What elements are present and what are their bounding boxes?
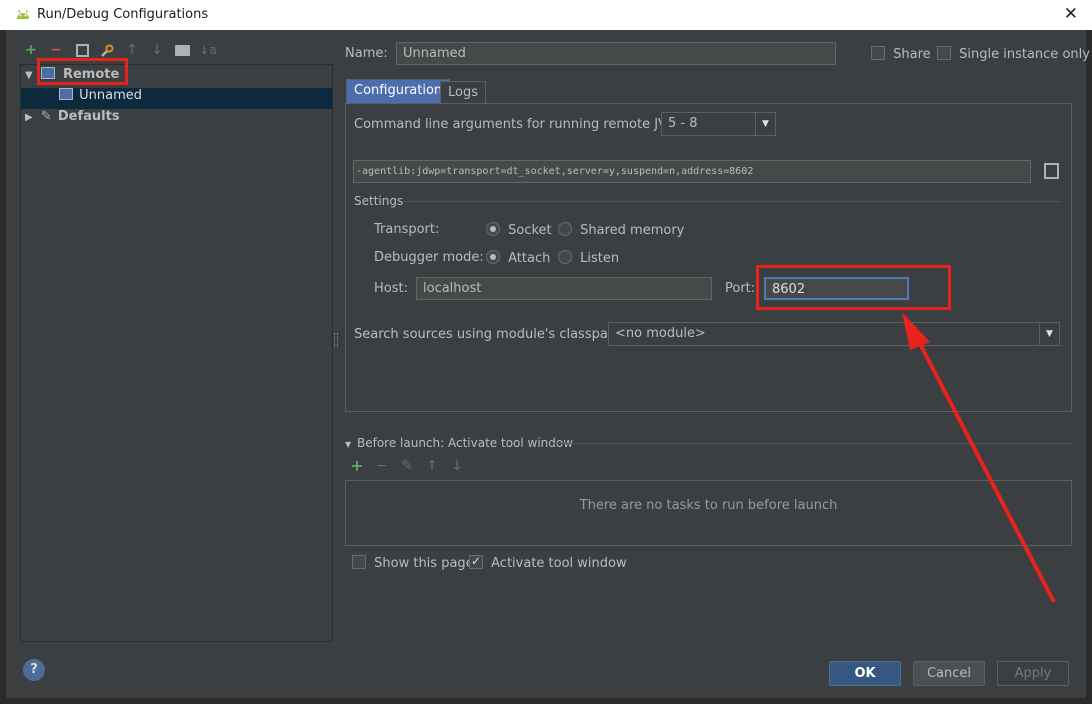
folder-icon[interactable] <box>175 45 190 56</box>
mode-attach-label: Attach <box>508 251 551 266</box>
move-down-icon[interactable]: ↓ <box>148 42 166 58</box>
transport-socket-label: Socket <box>508 223 552 238</box>
android-icon <box>15 8 31 20</box>
wrench-icon[interactable] <box>100 44 114 58</box>
jvm-version-combo[interactable]: 5 - 8 ▼ <box>661 112 776 136</box>
add-task-icon[interactable]: + <box>348 458 366 474</box>
wrench-icon: ✎ <box>40 109 52 124</box>
expand-right-icon[interactable]: ▶ <box>25 112 33 123</box>
tab-logs[interactable]: Logs <box>440 81 486 104</box>
remove-icon[interactable]: − <box>47 42 65 58</box>
show-page-checkbox-box[interactable] <box>352 555 366 569</box>
activate-tool-label: Activate tool window <box>491 556 627 571</box>
config-toolbar: + − ↑ ↓ ↓a <box>22 42 222 60</box>
move-up-icon[interactable]: ↑ <box>123 42 141 58</box>
apply-button[interactable]: Apply <box>997 661 1069 686</box>
settings-label: Settings <box>354 194 404 208</box>
jvm-version-value: 5 - 8 <box>668 116 698 131</box>
before-launch-header[interactable]: ▼ Before launch: Activate tool window <box>345 436 573 450</box>
tree-node-remote[interactable]: ▼ Remote <box>25 67 119 88</box>
mode-listen-radio[interactable]: Listen <box>558 250 619 266</box>
ok-button[interactable]: OK <box>829 661 901 686</box>
mode-attach-radio[interactable]: Attach <box>486 250 550 266</box>
sort-icon[interactable]: ↓a <box>199 42 217 58</box>
remote-config-icon <box>40 67 55 79</box>
agent-string-field[interactable]: -agentlib:jdwp=transport=dt_socket,serve… <box>353 160 1031 183</box>
radio-socket[interactable] <box>486 222 500 236</box>
show-page-checkbox[interactable]: Show this page <box>352 555 474 571</box>
window-title: Run/Debug Configurations <box>37 7 209 22</box>
config-tree: ▼ Remote Unnamed ▶ ✎ Defaults <box>20 64 333 642</box>
activate-tool-checkbox[interactable]: Activate tool window <box>469 554 627 571</box>
bottom-frame-edge <box>0 698 1092 704</box>
classpath-value: <no module> <box>615 326 706 341</box>
radio-attach[interactable] <box>486 250 500 264</box>
remove-task-icon[interactable]: − <box>373 458 391 474</box>
expand-down-icon[interactable]: ▼ <box>25 70 33 81</box>
left-frame-edge <box>0 30 6 704</box>
remote-config-icon <box>59 88 73 100</box>
tab-configuration[interactable]: Configuration <box>346 79 451 104</box>
single-instance-checkbox[interactable]: Single instance only <box>937 46 1090 62</box>
single-instance-label: Single instance only <box>959 47 1090 62</box>
edit-task-icon[interactable]: ✎ <box>398 458 416 474</box>
tree-node-defaults[interactable]: ▶ ✎ Defaults <box>25 109 120 130</box>
debugger-mode-label: Debugger mode: <box>374 250 484 265</box>
share-label: Share <box>893 47 931 62</box>
host-label: Host: <box>374 281 408 296</box>
name-field[interactable]: Unnamed <box>396 42 836 65</box>
close-icon[interactable]: ✕ <box>1064 4 1078 24</box>
tree-node-unnamed[interactable]: Unnamed <box>21 88 332 109</box>
radio-listen[interactable] <box>558 250 572 264</box>
transport-shared-label: Shared memory <box>580 223 685 238</box>
window-title-bar: Run/Debug Configurations ✕ <box>0 0 1092 30</box>
single-instance-checkbox-box[interactable] <box>937 46 951 60</box>
tree-node-label: Remote <box>62 67 120 82</box>
move-task-down-icon[interactable]: ↓ <box>448 458 466 474</box>
activate-tool-checkbox-box[interactable] <box>469 554 483 569</box>
copy-to-clipboard-icon[interactable] <box>1044 163 1059 179</box>
collapse-icon[interactable]: ▼ <box>345 440 351 449</box>
mode-listen-label: Listen <box>580 251 620 266</box>
right-frame-edge <box>1086 30 1092 704</box>
port-label: Port: <box>725 281 756 296</box>
splitter-handle[interactable] <box>334 333 338 347</box>
tree-node-label: Unnamed <box>79 88 143 103</box>
before-launch-title: Before launch: Activate tool window <box>356 436 574 450</box>
jvm-args-label: Command line arguments for running remot… <box>354 117 679 132</box>
add-icon[interactable]: + <box>22 42 40 58</box>
settings-separator <box>403 201 1060 202</box>
cancel-button[interactable]: Cancel <box>913 661 985 686</box>
tree-node-label: Defaults <box>57 109 120 124</box>
share-checkbox[interactable]: Share <box>871 46 931 62</box>
host-field[interactable]: localhost <box>416 277 712 300</box>
port-field[interactable]: 8602 <box>764 277 909 300</box>
move-task-up-icon[interactable]: ↑ <box>423 458 441 474</box>
name-label: Name: <box>345 46 388 61</box>
radio-shared-memory[interactable] <box>558 222 572 236</box>
dropdown-arrow-icon[interactable]: ▼ <box>755 113 775 135</box>
annotation-arrow <box>902 312 1056 603</box>
help-icon[interactable]: ? <box>23 659 45 681</box>
show-page-label: Show this page <box>374 556 474 571</box>
share-checkbox-box[interactable] <box>871 46 885 60</box>
classpath-label: Search sources using module's classpath: <box>354 327 626 342</box>
copy-icon[interactable] <box>76 44 89 57</box>
transport-label: Transport: <box>374 222 440 237</box>
transport-shared-radio[interactable]: Shared memory <box>558 222 684 238</box>
transport-socket-radio[interactable]: Socket <box>486 222 552 238</box>
